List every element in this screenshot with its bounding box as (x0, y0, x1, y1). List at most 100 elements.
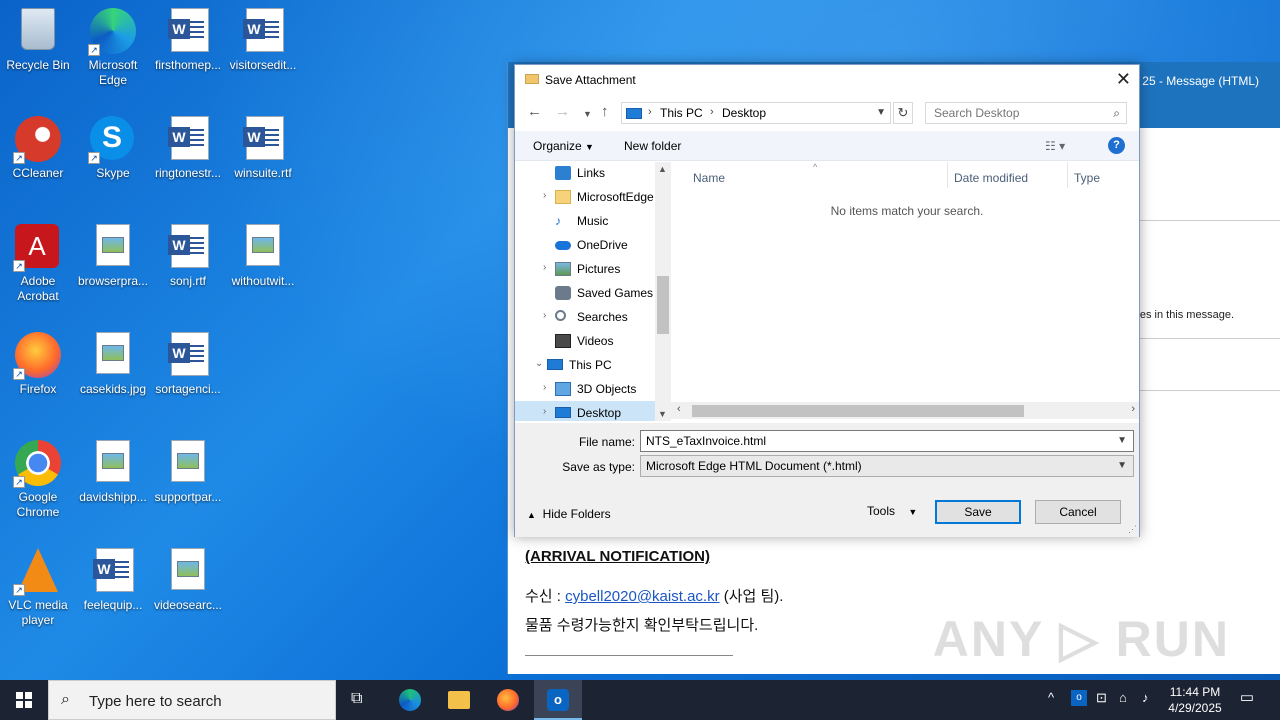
nav-item-label: Saved Games (577, 286, 654, 300)
notification-center-icon[interactable]: ▭ (1236, 688, 1258, 710)
chevron-right-icon[interactable]: › (543, 262, 546, 273)
back-arrow-icon[interactable]: ← (527, 103, 542, 120)
desktop-icon[interactable]: ↗ VLC media player (0, 542, 76, 628)
breadcrumb-desktop[interactable]: Desktop (722, 106, 766, 120)
search-input[interactable] (926, 103, 1096, 123)
cancel-button[interactable]: Cancel (1035, 500, 1121, 524)
nav-item-music[interactable]: ♪ Music (515, 209, 670, 233)
nav-item-links[interactable]: Links (515, 162, 670, 185)
desktop-icon[interactable]: Recycle Bin (0, 2, 76, 73)
column-header-name[interactable]: Name (693, 162, 725, 188)
sync-icon[interactable]: ⊡ (1096, 690, 1107, 706)
column-header-date-modified[interactable]: Date modified (954, 162, 1028, 188)
nav-item-onedrive[interactable]: OneDrive (515, 233, 670, 257)
volume-icon[interactable]: ♪ (1142, 690, 1149, 705)
save-button[interactable]: Save (935, 500, 1021, 524)
chevron-down-icon[interactable]: ▼ (1117, 435, 1127, 446)
nav-item-searches[interactable]: › Searches (515, 305, 670, 329)
tools-button[interactable]: Tools ▼ (867, 504, 917, 518)
outlook-tray-icon[interactable]: o (1071, 690, 1087, 706)
scroll-right-icon[interactable]: › (1131, 403, 1135, 415)
scrollbar-thumb[interactable] (657, 276, 669, 334)
scroll-left-icon[interactable]: ‹ (677, 403, 681, 415)
address-bar[interactable]: › This PC › Desktop ▼ (621, 102, 891, 124)
search-icon[interactable]: ⌕ (1113, 106, 1120, 121)
desktop-icon[interactable]: ↗ Google Chrome (0, 434, 76, 520)
taskbar-firefox[interactable] (484, 680, 532, 720)
desktop-icon[interactable]: Wvisitorsedit... (225, 2, 301, 73)
desktop-icon[interactable]: S ↗ Skype (75, 110, 151, 181)
scroll-down-icon[interactable]: ▼ (658, 409, 667, 419)
vlc-icon: ↗ (13, 548, 61, 596)
breadcrumb-chevron-icon[interactable]: › (710, 106, 714, 118)
recent-locations-chevron-icon[interactable]: ▼ (583, 109, 592, 119)
desktop-icon[interactable]: davidshipp... (75, 434, 151, 505)
breadcrumb-chevron-icon[interactable]: › (648, 106, 652, 118)
desktop-icon[interactable]: ↗ CCleaner (0, 110, 76, 181)
desktop-icon[interactable]: supportpar... (150, 434, 226, 505)
taskbar-file-explorer[interactable] (435, 680, 483, 720)
desktop-icon[interactable]: Wwinsuite.rtf (225, 110, 301, 181)
column-divider[interactable] (947, 162, 948, 188)
navigation-pane-scrollbar[interactable]: ▲ ▼ (655, 162, 671, 421)
column-header-type[interactable]: Type (1074, 162, 1100, 188)
help-icon[interactable]: ? (1108, 137, 1125, 154)
start-button[interactable] (0, 680, 48, 720)
chevron-right-icon[interactable]: › (543, 382, 546, 393)
chevron-right-icon[interactable]: › (543, 406, 546, 417)
edge-icon: ↗ (88, 8, 136, 56)
refresh-icon[interactable]: ↻ (893, 102, 913, 124)
network-icon[interactable]: ⌂ (1119, 690, 1127, 705)
saved-games-icon (555, 286, 571, 300)
view-options-icon[interactable]: ☷ ▾ (1045, 139, 1065, 153)
nav-item-3d-objects[interactable]: › 3D Objects (515, 377, 670, 401)
chevron-right-icon[interactable]: › (543, 190, 546, 201)
breadcrumb-this-pc[interactable]: This PC (660, 106, 703, 120)
chevron-down-icon[interactable]: ▼ (876, 107, 886, 118)
desktop-icon[interactable]: Wsortagenci... (150, 326, 226, 397)
nav-item-this-pc[interactable]: ⌄ This PC (515, 353, 670, 377)
desktop-icon[interactable]: videosearc... (150, 542, 226, 613)
image-file-icon (240, 224, 286, 270)
hide-folders-button[interactable]: ▲ Hide Folders (527, 507, 611, 521)
desktop-icon[interactable]: ↗ Microsoft Edge (75, 2, 151, 88)
desktop-icon[interactable]: casekids.jpg (75, 326, 151, 397)
column-divider[interactable] (1067, 162, 1068, 188)
desktop-icon[interactable]: Wringtonestr... (150, 110, 226, 181)
chevron-down-icon[interactable]: ▼ (1117, 460, 1127, 471)
desktop-icon[interactable]: ↗ Firefox (0, 326, 76, 397)
desktop-icon[interactable]: A ↗ Adobe Acrobat (0, 218, 76, 304)
scroll-up-icon[interactable]: ▲ (658, 164, 667, 174)
close-icon[interactable]: ✕ (1116, 69, 1131, 90)
resize-grip-icon[interactable]: ⋰ (1128, 524, 1137, 535)
chevron-down-icon[interactable]: ⌄ (535, 358, 543, 369)
recipient-suffix: (사업 팀). (719, 588, 784, 605)
task-view-button[interactable]: ⧉ (336, 680, 384, 720)
organize-button[interactable]: Organize ▼ (533, 139, 594, 153)
pictures-folder-icon (555, 262, 571, 276)
desktop-icon[interactable]: browserpra... (75, 218, 151, 289)
nav-item-videos[interactable]: Videos (515, 329, 670, 353)
taskbar-outlook[interactable]: o (534, 680, 582, 720)
taskbar-search-box[interactable]: ⌕ Type here to search (48, 680, 336, 720)
up-arrow-icon[interactable]: ↑ (601, 103, 609, 120)
nav-item-saved-games[interactable]: Saved Games (515, 281, 670, 305)
new-folder-button[interactable]: New folder (624, 139, 681, 153)
desktop-icon[interactable]: Wsonj.rtf (150, 218, 226, 289)
nav-item-desktop[interactable]: › Desktop (515, 401, 670, 421)
show-hidden-icons-chevron-icon[interactable]: ^ (1048, 690, 1054, 705)
chevron-right-icon[interactable]: › (543, 310, 546, 321)
desktop-icon[interactable]: Wfirsthomep... (150, 2, 226, 73)
nav-item-microsoftedge[interactable]: › MicrosoftEdge (515, 185, 670, 209)
file-name-field[interactable]: NTS_eTaxInvoice.html ▼ (640, 430, 1134, 452)
desktop-icon[interactable]: withoutwit... (225, 218, 301, 289)
recipient-email-link[interactable]: cybell2020@kaist.ac.kr (565, 588, 719, 605)
system-clock[interactable]: 11:44 PM 4/29/2025 (1160, 684, 1230, 716)
desktop-icon[interactable]: Wfeelequip... (75, 542, 151, 613)
nav-item-pictures[interactable]: › Pictures (515, 257, 670, 281)
forward-arrow-icon[interactable]: → (555, 103, 570, 120)
scrollbar-thumb[interactable] (692, 405, 1024, 417)
taskbar-edge[interactable] (386, 680, 434, 720)
horizontal-scrollbar[interactable]: ‹ › (671, 402, 1139, 419)
save-as-type-select[interactable]: Microsoft Edge HTML Document (*.html) ▼ (640, 455, 1134, 477)
